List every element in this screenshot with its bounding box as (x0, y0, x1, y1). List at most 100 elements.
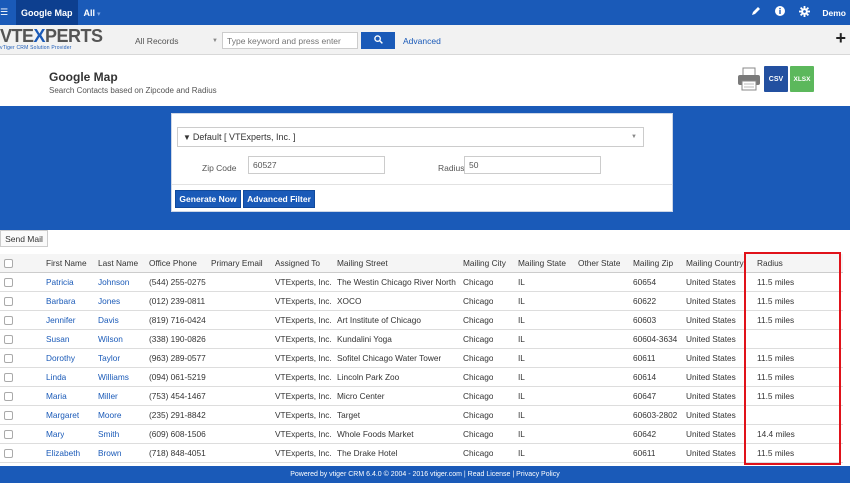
chevron-down-icon: ▼ (631, 134, 637, 140)
row-checkbox[interactable] (4, 449, 13, 458)
cell-last-name[interactable]: Wilson (98, 330, 123, 349)
cell-last-name[interactable]: Davis (98, 311, 119, 330)
table-row[interactable]: Margaret Moore (235) 291-8842 VTExperts, In… (0, 406, 843, 425)
search-button[interactable] (361, 32, 395, 49)
cell-last-name[interactable]: Taylor (98, 349, 120, 368)
cell-mailing-street: Sofitel Chicago Water Tower (337, 353, 442, 363)
export-csv-button[interactable]: CSV (764, 66, 788, 92)
cell-mailing-state: IL (518, 429, 525, 439)
page-header: Google Map Search Contacts based on Zipc… (0, 56, 850, 106)
column-header-mailing-state[interactable]: Mailing State (518, 254, 566, 273)
cell-first-name[interactable]: Margaret (46, 406, 79, 425)
cell-last-name[interactable]: Moore (98, 406, 122, 425)
cell-mailing-street: Art Institute of Chicago (337, 315, 421, 325)
table-row[interactable]: Jennifer Davis (819) 716-0424 VTExperts, In… (0, 311, 843, 330)
cell-assigned-to: VTExperts, Inc. (275, 410, 332, 420)
column-header-primary-email[interactable]: Primary Email (211, 254, 263, 273)
cell-office-phone: (819) 716-0424 (149, 315, 206, 325)
cell-first-name[interactable]: Jennifer (46, 311, 76, 330)
row-checkbox[interactable] (4, 335, 13, 344)
radius-input[interactable] (464, 156, 601, 174)
row-checkbox[interactable] (4, 392, 13, 401)
row-checkbox[interactable] (4, 297, 13, 306)
table-row[interactable]: Dorothy Taylor (963) 289-0577 VTExperts, In… (0, 349, 843, 368)
zip-code-input[interactable] (248, 156, 385, 174)
generate-now-button[interactable]: Generate Now (175, 190, 241, 208)
printer-icon[interactable] (736, 66, 762, 92)
cell-last-name[interactable]: Williams (98, 368, 129, 387)
filter-icon: ▼ (183, 132, 191, 142)
row-checkbox[interactable] (4, 430, 13, 439)
table-row[interactable]: Mary Smith (609) 608-1506 VTExperts, Inc. Wh… (0, 425, 843, 444)
pencil-icon[interactable] (750, 6, 762, 19)
column-header-other-state[interactable]: Other State (578, 254, 620, 273)
cell-assigned-to: VTExperts, Inc. (275, 296, 332, 306)
cell-mailing-zip: 60642 (633, 429, 657, 439)
advanced-filter-button[interactable]: Advanced Filter (243, 190, 315, 208)
cell-mailing-zip: 60603-2802 (633, 410, 678, 420)
column-header-first-name[interactable]: First Name (46, 254, 87, 273)
cell-last-name[interactable]: Brown (98, 444, 122, 463)
menu-icon[interactable]: ☰ (0, 0, 8, 25)
all-menu-dropdown[interactable]: All ▾ (84, 8, 101, 18)
user-menu[interactable]: Demo (822, 8, 846, 18)
cell-mailing-country: United States (686, 372, 736, 382)
search-input[interactable] (222, 32, 358, 49)
row-checkbox[interactable] (4, 316, 13, 325)
table-row[interactable]: Maria Miller (753) 454-1467 VTExperts, Inc.… (0, 387, 843, 406)
table-row[interactable]: Elizabeth Brown (718) 848-4051 VTExperts, I… (0, 444, 843, 463)
table-row[interactable]: Barbara Jones (012) 239-0811 VTExperts, Inc… (0, 292, 843, 311)
table-row[interactable]: Susan Wilson (338) 190-0826 VTExperts, Inc.… (0, 330, 843, 349)
table-row[interactable]: Patricia Johnson (544) 255-0275 VTExperts, … (0, 273, 843, 292)
cell-first-name[interactable]: Dorothy (46, 349, 75, 368)
cell-mailing-zip: 60611 (633, 448, 656, 458)
row-checkbox[interactable] (4, 411, 13, 420)
cell-first-name[interactable]: Linda (46, 368, 66, 387)
cell-mailing-street: Whole Foods Market (337, 429, 414, 439)
cell-mailing-state: IL (518, 315, 525, 325)
plus-icon[interactable]: + (835, 29, 846, 47)
cell-office-phone: (235) 291-8842 (149, 410, 206, 420)
advanced-search-link[interactable]: Advanced (403, 36, 441, 46)
cell-first-name[interactable]: Susan (46, 330, 70, 349)
column-header-office-phone[interactable]: Office Phone (149, 254, 197, 273)
send-mail-button[interactable]: Send Mail (0, 230, 48, 247)
cell-first-name[interactable]: Maria (46, 387, 67, 406)
app-title-tab[interactable]: Google Map (16, 0, 78, 25)
cell-mailing-street: Target (337, 410, 361, 420)
table-row[interactable]: Linda Williams (094) 061-5219 VTExperts, In… (0, 368, 843, 387)
cell-first-name[interactable]: Mary (46, 425, 64, 444)
row-checkbox[interactable] (4, 373, 13, 382)
row-checkbox[interactable] (4, 278, 13, 287)
filter-select[interactable]: ▼ Default [ VTExperts, Inc. ] ▼ (177, 127, 644, 147)
cell-mailing-zip: 60614 (633, 372, 657, 382)
cell-mailing-city: Chicago (463, 353, 494, 363)
select-all-checkbox[interactable] (4, 259, 13, 268)
column-header-last-name[interactable]: Last Name (98, 254, 138, 273)
chevron-down-icon: ▾ (97, 10, 101, 18)
search-scope-select[interactable]: All Records ▼ (130, 32, 222, 49)
cell-last-name[interactable]: Miller (98, 387, 118, 406)
cell-first-name[interactable]: Patricia (46, 273, 74, 292)
column-header-assigned-to[interactable]: Assigned To (275, 254, 320, 273)
cell-first-name[interactable]: Elizabeth (46, 444, 80, 463)
cell-mailing-country: United States (686, 277, 736, 287)
top-navbar: ☰ Google Map All ▾ Demo (0, 0, 850, 25)
cell-last-name[interactable]: Smith (98, 425, 119, 444)
cell-first-name[interactable]: Barbara (46, 292, 76, 311)
column-header-mailing-city[interactable]: Mailing City (463, 254, 506, 273)
column-header-mailing-street[interactable]: Mailing Street (337, 254, 388, 273)
table-header-row: First Name Last Name Office Phone Primary E… (0, 254, 843, 273)
cell-mailing-city: Chicago (463, 410, 494, 420)
column-header-mailing-country[interactable]: Mailing Country (686, 254, 744, 273)
cell-last-name[interactable]: Johnson (98, 273, 129, 292)
info-icon[interactable] (774, 6, 786, 19)
cell-office-phone: (753) 454-1467 (149, 391, 206, 401)
page-title: Google Map (49, 70, 118, 84)
column-header-mailing-zip[interactable]: Mailing Zip (633, 254, 673, 273)
export-xlsx-button[interactable]: XLSX (790, 66, 814, 92)
cell-last-name[interactable]: Jones (98, 292, 120, 311)
row-checkbox[interactable] (4, 354, 13, 363)
cell-assigned-to: VTExperts, Inc. (275, 391, 332, 401)
gear-icon[interactable] (798, 5, 810, 20)
